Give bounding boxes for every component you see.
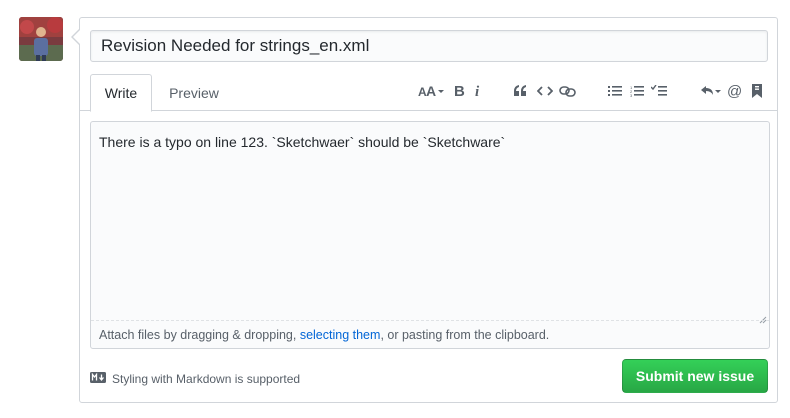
select-files-link[interactable]: selecting them	[300, 328, 381, 342]
reply-icon[interactable]	[699, 80, 723, 102]
svg-text:A: A	[426, 83, 436, 99]
markdown-icon	[90, 372, 106, 386]
bookmark-icon[interactable]	[751, 80, 763, 102]
submit-new-issue-button[interactable]: Submit new issue	[622, 359, 768, 393]
quote-icon[interactable]	[512, 80, 528, 102]
numbered-list-icon[interactable]: 123	[629, 80, 645, 102]
mention-icon[interactable]: @	[727, 80, 743, 102]
svg-text:@: @	[727, 83, 742, 99]
markdown-note-text: Styling with Markdown is supported	[112, 372, 301, 386]
avatar[interactable]	[19, 17, 63, 61]
task-list-icon[interactable]	[650, 80, 668, 102]
issue-title-input[interactable]: Revision Needed for strings_en.xml	[90, 30, 768, 62]
comment-editor[interactable]: There is a typo on line 123. `Sketchwaer…	[90, 121, 770, 349]
code-icon[interactable]	[536, 80, 554, 102]
svg-text:B: B	[454, 83, 465, 99]
new-issue-form: Revision Needed for strings_en.xml Write…	[71, 17, 778, 403]
text-size-icon[interactable]: AA	[418, 80, 448, 102]
markdown-support-note[interactable]: Styling with Markdown is supported	[90, 371, 300, 387]
editor-tabs: Write Preview AA B i 123 @	[80, 73, 777, 112]
italic-icon[interactable]: i	[472, 80, 484, 102]
resize-handle[interactable]	[759, 311, 767, 324]
tab-write[interactable]: Write	[90, 74, 152, 112]
attach-files-hint: Attach files by dragging & dropping, sel…	[91, 320, 769, 348]
tab-preview[interactable]: Preview	[160, 74, 228, 112]
bold-icon[interactable]: B	[451, 80, 467, 102]
svg-text:3: 3	[630, 93, 633, 97]
bullet-list-icon[interactable]	[607, 80, 623, 102]
svg-text:i: i	[475, 84, 480, 99]
link-icon[interactable]	[559, 80, 577, 102]
comment-textarea[interactable]: There is a typo on line 123. `Sketchwaer…	[91, 122, 769, 320]
